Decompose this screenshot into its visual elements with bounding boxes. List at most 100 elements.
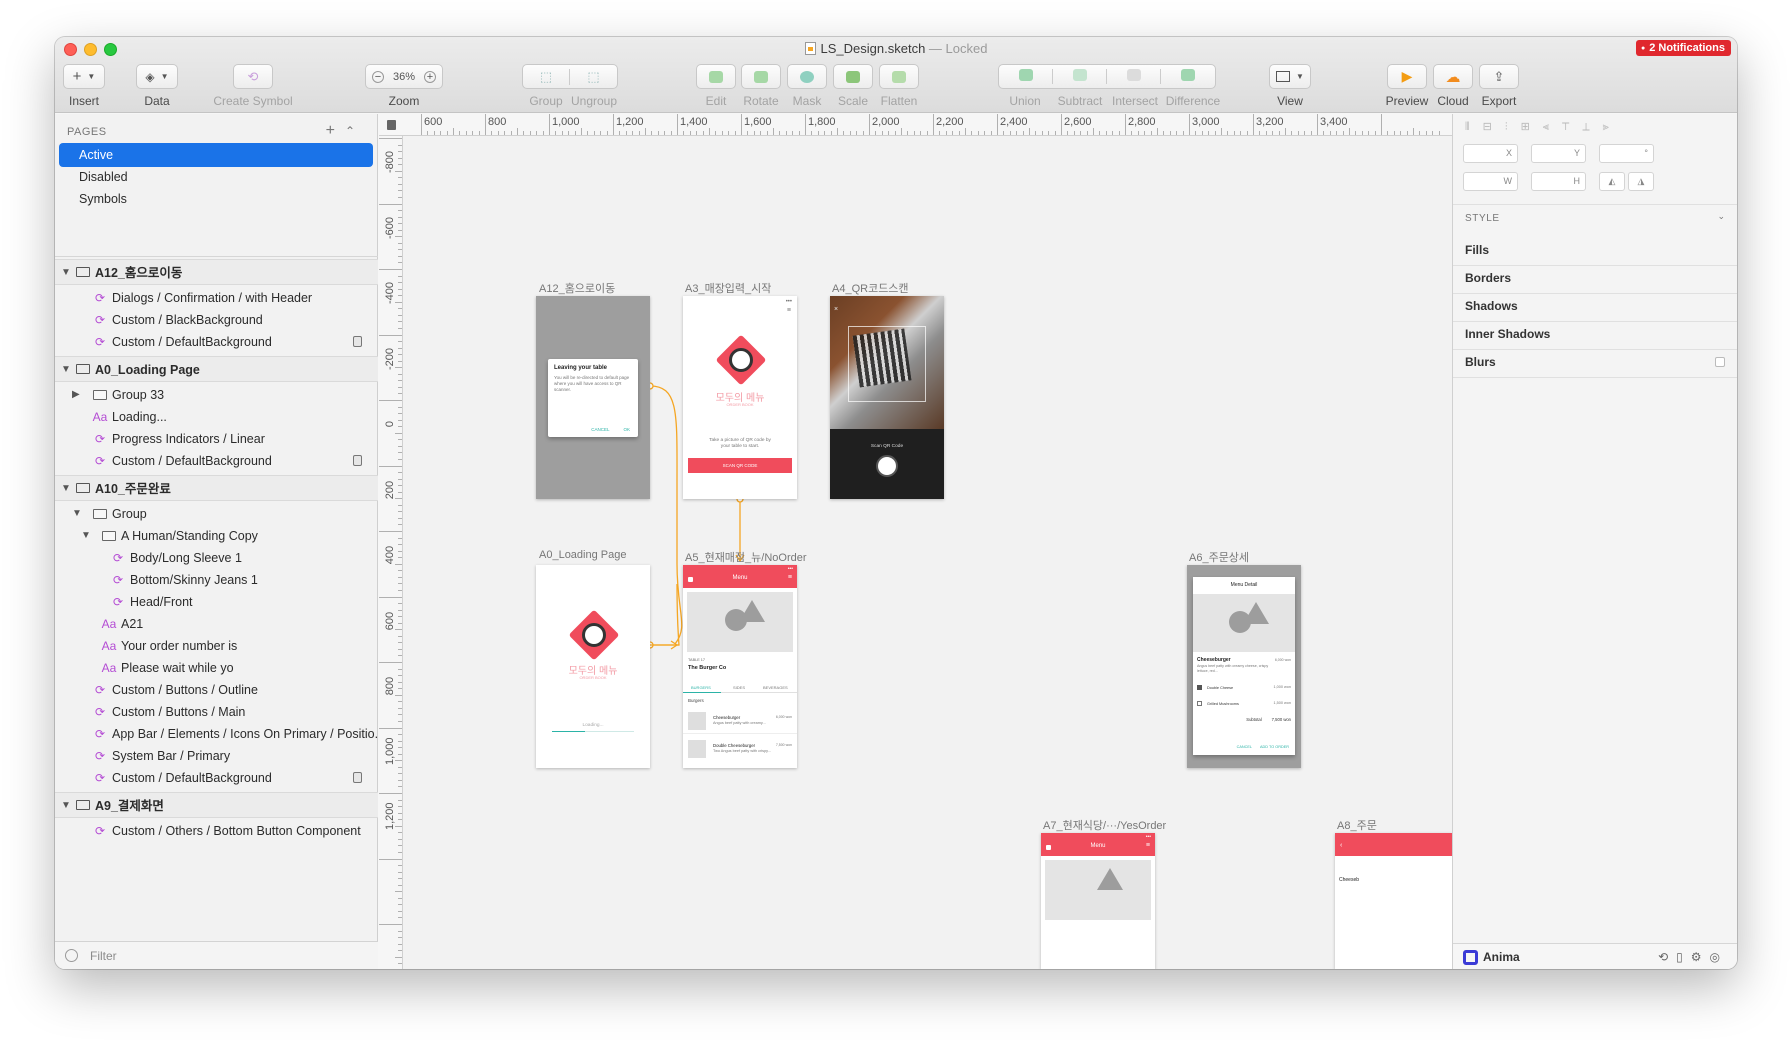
layer-item[interactable]: ⟳ Custom / DefaultBackground [55,767,378,789]
menu-detail-dialog[interactable]: Menu Detail Cheeseburger 6,000 won Angus… [1193,577,1295,755]
layer-item[interactable]: ▼ Group [55,503,378,525]
disclosure-expanded-icon[interactable]: ▼ [61,357,71,381]
alignment-toolbar[interactable]: ⫴⊟⫶⊞⫷⊤⊥⫸ [1465,120,1727,134]
layer-item[interactable]: ⟳ Custom / DefaultBackground [55,331,378,353]
lock-icon[interactable] [353,336,362,347]
layer-item[interactable]: ⟳ Head/Front [55,591,378,613]
blurs-section[interactable]: Blurs [1453,346,1737,378]
y-field[interactable]: Y [1531,144,1586,163]
layer-artboard[interactable]: ▼ A9_결제화면 [55,792,378,818]
artboard-a8[interactable]: ‹ Cheeseb [1335,833,1452,969]
dialog-cancel-button[interactable]: CANCEL [591,427,609,432]
edit-button[interactable] [696,64,736,89]
tab-burgers[interactable]: BURGERS [691,685,711,690]
view-button[interactable]: ▼ [1269,64,1311,89]
artboard-a5[interactable]: ••• Menu ≡ TABLE 17 The Burger Co BURGER… [683,565,797,768]
disclosure-expanded-icon[interactable]: ▼ [81,525,91,547]
union-button[interactable] [999,69,1053,84]
rotate-button[interactable] [741,64,781,89]
disclosure-expanded-icon[interactable]: ▼ [61,476,71,500]
layer-item[interactable]: ⟳ Custom / Others / Bottom Button Compone… [55,820,378,842]
layer-item[interactable]: ⟳ Custom / BlackBackground [55,309,378,331]
layer-artboard[interactable]: ▼ A10_주문완료 [55,475,378,501]
tab-sides[interactable]: SIDES [733,685,745,690]
checkbox-checked-icon[interactable] [1197,685,1202,690]
artboard-a7[interactable]: ••• Menu ≡ [1041,833,1155,969]
anima-actions[interactable]: ⟲▯⚙◎ [1658,944,1728,969]
zoom-out-icon[interactable]: − [372,70,384,83]
collapse-pages-icon[interactable]: ⌃ [345,124,365,138]
artboard-title-a7[interactable]: A7_현재식당/···/YesOrder [1043,817,1166,833]
artboard-title-a6[interactable]: A6_주문상세 [1189,549,1249,565]
tab-beverages[interactable]: BEVERAGES [763,685,788,690]
lock-icon[interactable] [353,772,362,783]
artboard-a0[interactable]: 모두의 메뉴 ORDER BOOK Loading... [536,565,650,768]
cancel-button[interactable]: CANCEL [1237,745,1252,749]
cloud-button[interactable]: ☁ [1433,64,1473,89]
layer-item[interactable]: ▶ Group 33 [55,384,378,406]
flip-horizontal-icon[interactable]: ◭ [1599,172,1625,191]
ungroup-button[interactable]: ⬚ [570,69,617,85]
layer-item[interactable]: ⟳ Bottom/Skinny Jeans 1 [55,569,378,591]
zoom-in-icon[interactable]: + [424,70,436,83]
menu-item[interactable]: Cheeseburger Angus beef patty with cream… [683,708,797,734]
disclosure-expanded-icon[interactable]: ▼ [61,260,71,284]
back-icon[interactable]: ‹ [1340,842,1342,849]
menu-icon[interactable]: ≡ [1146,842,1150,849]
mask-button[interactable] [787,64,827,89]
add-page-icon[interactable]: + [326,122,345,139]
lock-icon[interactable] [353,455,362,466]
artboard-a12[interactable]: Leaving your table You will be re-direct… [536,296,650,499]
layer-item[interactable]: Aa Please wait while yo [55,657,378,679]
group-button[interactable]: ⬚ [523,68,571,85]
chevron-down-icon[interactable]: ⌄ [1717,211,1725,222]
layer-item[interactable]: Aa A21 [55,613,378,635]
dialog-ok-button[interactable]: OK [623,427,630,432]
artboard-title-a8[interactable]: A8_주문 [1337,817,1377,833]
shutter-button[interactable] [876,455,898,477]
layer-item[interactable]: ⟳ Custom / Buttons / Outline [55,679,378,701]
zoom-control[interactable]: −36% + [365,64,443,89]
artboard-title-a4[interactable]: A4_QR코드스캔 [832,280,909,296]
flatten-button[interactable] [879,64,919,89]
flip-vertical-icon[interactable]: ◮ [1628,172,1654,191]
filter-bar[interactable]: Filter [55,941,378,969]
artboard-a3[interactable]: ••• ≡ 모두의 메뉴 ORDER BOOK Take a picture o… [683,296,797,499]
page-item-symbols[interactable]: Symbols [59,187,373,211]
layer-item[interactable]: ⟳ Progress Indicators / Linear [55,428,378,450]
page-item-active[interactable]: Active [59,143,373,167]
layer-artboard[interactable]: ▼ A0_Loading Page [55,356,378,382]
artboard-title-a3[interactable]: A3_매장입력_시작 [685,280,771,296]
intersect-button[interactable] [1107,69,1161,84]
disclosure-expanded-icon[interactable]: ▼ [61,793,71,817]
disclosure-collapsed-icon[interactable]: ▶ [72,384,80,406]
layer-item[interactable]: ⟳ App Bar / Elements / Icons On Primary /… [55,723,378,745]
option-row[interactable]: Double Cheese 1,000 won [1197,685,1291,690]
artboard-title-a5[interactable]: A5_현재매점_뉴/NoOrder [685,549,807,565]
height-field[interactable]: H [1531,172,1586,191]
scan-qr-button[interactable]: SCAN QR CODE [688,458,792,473]
scale-button[interactable] [833,64,873,89]
notifications-badge[interactable]: 2 Notifications [1635,40,1731,56]
create-symbol-button[interactable]: ⟲ [233,64,273,89]
add-to-order-button[interactable]: ADD TO ORDER [1260,745,1289,749]
blurs-checkbox[interactable] [1715,357,1725,367]
layer-item[interactable]: ⟳ Body/Long Sleeve 1 [55,547,378,569]
page-item-disabled[interactable]: Disabled [59,165,373,189]
layer-item[interactable]: ⟳ Custom / DefaultBackground [55,450,378,472]
artboard-title-a12[interactable]: A12_홈으로이동 [539,280,615,296]
artboard-title-a0[interactable]: A0_Loading Page [539,549,626,561]
x-field[interactable]: X [1463,144,1518,163]
confirmation-dialog[interactable]: Leaving your table You will be re-direct… [548,359,638,437]
insert-button[interactable]: + ▼ [63,64,105,89]
checkbox-icon[interactable] [1197,701,1202,706]
menu-icon[interactable]: ≡ [788,574,792,581]
subtract-button[interactable] [1053,69,1107,84]
layer-item[interactable]: Aa Your order number is [55,635,378,657]
layer-item[interactable]: ▼ A Human/Standing Copy [55,525,378,547]
layer-artboard[interactable]: ▼ A12_홈으로이동 [55,259,378,285]
canvas[interactable]: 600 800 1,000 1,200 1,400 1,600 1,800 2,000 2,20… [379,114,1452,969]
artboard-a6[interactable]: Menu Detail Cheeseburger 6,000 won Angus… [1187,565,1301,768]
filter-input[interactable]: Filter [90,949,117,963]
layer-item[interactable]: Aa Loading... [55,406,378,428]
